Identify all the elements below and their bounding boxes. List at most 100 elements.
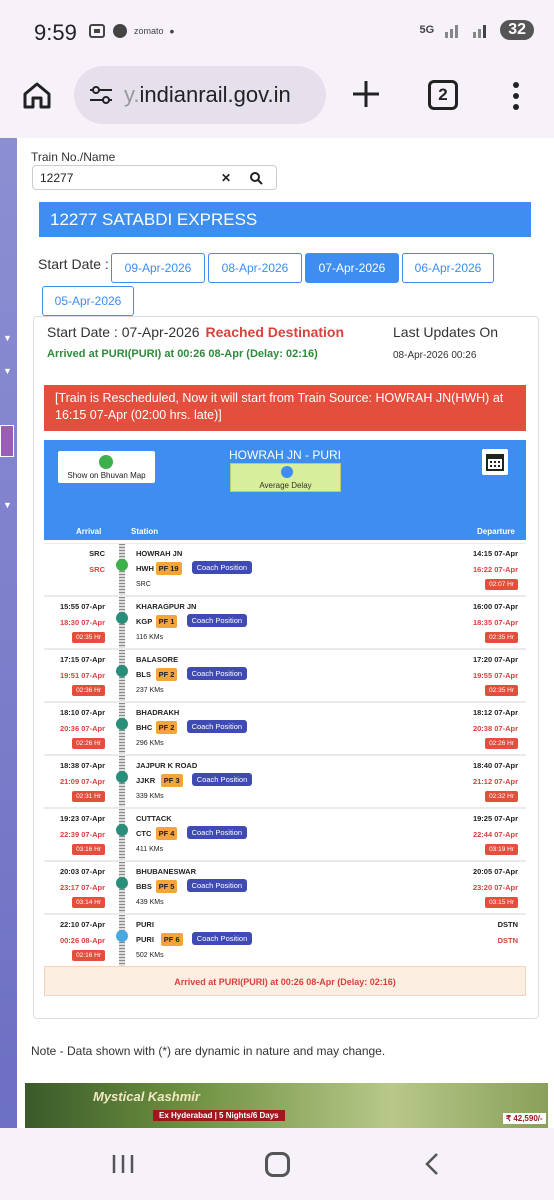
bhuvan-label: Show on Bhuvan Map [67,471,146,480]
battery-indicator: 32 [500,20,534,40]
network-label: 5G [419,24,435,36]
reschedule-alert: [Train is Rescheduled, Now it will start… [44,385,526,431]
screenshot-icon [89,24,105,38]
last-updates-label: Last Updates On [393,324,499,340]
bhuvan-map-button[interactable]: Show on Bhuvan Map [58,451,155,483]
arrival-scheduled: 22:10 07-Apr [59,920,105,929]
advertisement-banner[interactable]: Mystical Kashmir Ex Hyderabad | 5 Nights… [25,1083,548,1128]
url-text: y.indianrail.gov.in [124,82,291,108]
site-settings-icon[interactable] [88,85,114,105]
arrival-actual: 00:26 08-Apr [59,936,105,945]
side-nav-tab[interactable] [0,425,14,457]
average-delay-label: Average Delay [259,481,312,490]
platform-badge: PF 6 [160,933,183,946]
platform-badge: PF 19 [155,562,182,575]
coach-position-button[interactable]: Coach Position [191,561,253,574]
tab-switcher-button[interactable]: 2 [428,80,458,110]
distance-km: 339 KMs [136,793,164,800]
ad-price: ₹ 42,590/- [503,1113,546,1124]
station-name: PURI [136,920,154,929]
departure-scheduled: 20:05 07-Apr [472,867,518,876]
arrival-actual: 23:17 07-Apr [59,883,105,892]
arrival-actual: 19:51 07-Apr [59,671,105,680]
station-code: HWH [136,564,154,573]
chat-icon [113,24,127,38]
recent-apps-icon[interactable] [111,1154,135,1174]
arrival-scheduled: 15:55 07-Apr [59,602,105,611]
overflow-menu-icon[interactable] [510,80,522,112]
station-name: CUTTACK [136,814,172,823]
coach-position-button[interactable]: Coach Position [191,932,253,945]
home-button[interactable] [265,1152,290,1177]
chevron-down-icon[interactable]: ▼ [3,366,12,376]
arrival-scheduled: SRC [89,549,105,558]
station-row: 18:10 07-Apr 20:36 07-Apr 02:26 Hr BHADRAKH… [44,703,526,754]
calendar-icon[interactable] [482,449,508,475]
date-button[interactable]: 08-Apr-2026 [208,253,302,283]
station-code: CTC [136,829,152,838]
search-icon[interactable] [250,172,263,185]
chevron-down-icon[interactable]: ▼ [3,333,12,343]
coach-position-button[interactable]: Coach Position [186,720,248,733]
status-line: Start Date : 07-Apr-2026 Reached Destinat… [47,324,344,340]
train-title: 12277 SATABDI EXPRESS [39,202,531,237]
address-bar[interactable]: y.indianrail.gov.in [74,66,326,124]
departure-scheduled: 17:20 07-Apr [472,655,518,664]
date-button[interactable]: 05-Apr-2026 [42,286,134,316]
reached-badge: Reached Destination [205,324,345,340]
start-date-text: Start Date : 07-Apr-2026 [47,324,200,340]
coach-position-button[interactable]: Coach Position [191,773,253,786]
signal-icon [445,25,459,38]
arrival-summary: Arrived at PURI(PURI) at 00:26 08-Apr (D… [44,966,526,996]
station-code: PURI [136,935,154,944]
url-prefix: y. [124,82,140,107]
date-button-selected[interactable]: 07-Apr-2026 [305,253,399,283]
distance-km: 439 KMs [136,899,164,906]
departure-scheduled: 18:12 07-Apr [472,708,518,717]
departure-scheduled: 14:15 07-Apr [472,549,518,558]
station-marker-icon [116,930,128,942]
arrival-actual: 18:30 07-Apr [59,618,105,627]
route-name: HOWRAH JN - PURI [229,448,341,462]
side-nav-strip: ▼ ▼ ▼ [0,138,17,1128]
coach-position-button[interactable]: Coach Position [186,614,248,627]
train-search-input[interactable]: 12277 ✕ [32,165,277,190]
arrival-actual: SRC [89,565,105,574]
station-marker-icon [116,824,128,836]
chevron-down-icon[interactable]: ▼ [3,500,12,510]
status-bar: 9:59 zomato • 5G 32 [0,0,554,60]
station-name: BALASORE [136,655,179,664]
station-list: SRC SRC HOWRAH JN HWH PF 19 Coach Position SRC… [44,543,526,968]
coach-position-button[interactable]: Coach Position [186,667,248,680]
coach-position-button[interactable]: Coach Position [186,826,248,839]
platform-badge: PF 5 [155,880,178,893]
date-button[interactable]: 06-Apr-2026 [402,253,494,283]
arrival-delay-badge: 03:16 Hr [72,844,105,855]
url-domain: indianrail.gov.in [139,82,291,107]
signal-icon-2 [473,25,487,38]
home-icon[interactable] [22,80,52,110]
arrival-scheduled: 20:03 07-Apr [59,867,105,876]
clear-icon[interactable]: ✕ [221,171,231,185]
departure-delay-badge: 02:32 Hr [485,791,518,802]
arrival-delay-badge: 02:35 Hr [72,632,105,643]
back-icon[interactable] [422,1152,442,1176]
new-tab-icon[interactable] [350,78,382,110]
average-delay-button[interactable]: Average Delay [230,463,341,492]
departure-actual: 21:12 07-Apr [472,777,518,786]
arrival-delay-badge: 03:14 Hr [72,897,105,908]
ad-title: Mystical Kashmir [93,1089,200,1104]
arrival-scheduled: 19:23 07-Apr [59,814,105,823]
station-code: KGP [136,617,153,626]
station-name: BHUBANESWAR [136,867,196,876]
coach-position-button[interactable]: Coach Position [186,879,248,892]
system-status: 5G 32 [420,20,534,40]
date-button[interactable]: 09-Apr-2026 [111,253,205,283]
departure-delay-badge: 02:26 Hr [485,738,518,749]
arrival-scheduled: 18:38 07-Apr [59,761,105,770]
dot-icon: • [169,23,175,39]
last-updates-value: 08-Apr-2026 00:26 [393,350,477,361]
col-station: Station [131,527,159,536]
departure-actual: 18:35 07-Apr [472,618,518,627]
station-name: BHADRAKH [136,708,180,717]
